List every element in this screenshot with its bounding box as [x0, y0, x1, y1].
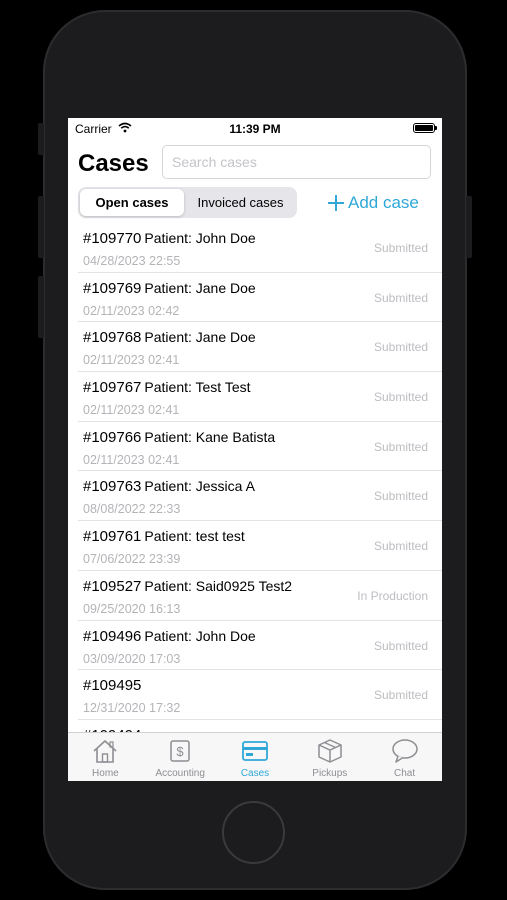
case-date: 08/08/2022 22:33: [83, 502, 181, 517]
tab-chat-label: Chat: [394, 768, 416, 779]
box-icon: [318, 739, 342, 763]
case-number-line: #109761 Patient: test test: [83, 528, 245, 545]
case-number-line: #109768 Patient: Jane Doe: [83, 329, 256, 346]
case-status: Submitted: [373, 390, 428, 405]
case-number-line: #109766 Patient: Kane Batista: [83, 429, 275, 446]
tab-chat[interactable]: Chat: [367, 733, 442, 781]
case-number: #109768: [83, 329, 142, 347]
case-number: #109769: [83, 279, 142, 297]
case-number: #109767: [83, 379, 142, 397]
case-filter-segmented-control: Open cases Invoiced cases: [78, 187, 297, 218]
volume-down-button: [38, 276, 44, 338]
case-row[interactable]: #109763 Patient: Jessica A 08/08/2022 22:3…: [78, 471, 442, 522]
case-row[interactable]: #109527 Patient: Said0925 Test2 09/25/2020…: [78, 571, 442, 621]
case-row[interactable]: #109495 12/31/2020 17:32 Submitted: [78, 670, 442, 720]
case-status: In Production: [357, 588, 428, 603]
app-screen: Carrier 11:39 PM Cases Open cases Invoic…: [68, 118, 442, 781]
search-input[interactable]: [162, 145, 431, 179]
add-case-button[interactable]: Add case: [328, 191, 419, 215]
tab-home[interactable]: Home: [68, 733, 143, 781]
home-button[interactable]: [222, 801, 285, 864]
case-status: Submitted: [373, 439, 428, 454]
case-patient: Patient: Test Test: [144, 379, 251, 396]
case-date: 03/09/2020 17:03: [83, 651, 181, 666]
case-row[interactable]: #109770 Patient: John Doe 04/28/2023 22:55…: [78, 223, 442, 273]
card-icon: [242, 741, 268, 761]
case-row[interactable]: #109767 Patient: Test Test 02/11/2023 02:4…: [78, 372, 442, 422]
case-patient: Patient: Jane Doe: [144, 279, 256, 296]
case-list[interactable]: #109770 Patient: John Doe 04/28/2023 22:55…: [68, 223, 442, 733]
case-status: Submitted: [373, 340, 428, 355]
mute-switch: [38, 123, 44, 155]
tab-bar: Home $ Accounting Cases Pickups Chat: [68, 732, 442, 781]
case-patient: Patient: Kane Batista: [144, 428, 276, 445]
tab-pickups[interactable]: Pickups: [292, 733, 367, 781]
case-patient: Patient: Jessica A: [144, 478, 255, 495]
chat-bubble-icon: [391, 739, 418, 763]
case-number-line: #109769 Patient: Jane Doe: [83, 280, 256, 297]
case-status: Submitted: [373, 539, 428, 554]
tab-accounting[interactable]: $ Accounting: [143, 733, 218, 781]
case-number: #109766: [83, 428, 142, 446]
page-title: Cases: [78, 150, 149, 177]
case-patient: Patient: John Doe: [144, 230, 256, 246]
case-number-line: #109495: [83, 677, 141, 694]
case-status: Submitted: [373, 638, 428, 653]
case-row[interactable]: #109766 Patient: Kane Batista 02/11/2023 0…: [78, 422, 442, 472]
battery-icon: [413, 123, 437, 133]
case-date: 02/11/2023 02:41: [83, 403, 180, 418]
case-number-line: #109767 Patient: Test Test: [83, 379, 251, 396]
plus-icon: [328, 195, 344, 211]
status-bar: Carrier 11:39 PM: [68, 118, 442, 138]
clock-time: 11:39 PM: [229, 122, 281, 136]
case-row[interactable]: #109496 Patient: John Doe 03/09/2020 17:03…: [78, 621, 442, 671]
case-number-line: #109770 Patient: John Doe: [83, 230, 256, 247]
case-patient: Patient: Jane Doe: [144, 329, 256, 346]
case-number: #109496: [83, 627, 142, 645]
case-number-line: #109763 Patient: Jessica A: [83, 478, 255, 495]
case-date: 02/11/2023 02:41: [83, 452, 180, 467]
tab-cases[interactable]: Cases: [218, 733, 293, 781]
case-patient: Patient: John Doe: [144, 627, 256, 644]
case-date: 09/25/2020 16:13: [83, 601, 181, 616]
case-row[interactable]: #109769 Patient: Jane Doe 02/11/2023 02:42…: [78, 273, 442, 323]
case-status: Submitted: [373, 290, 428, 305]
case-patient: Patient: Said0925 Test2: [144, 577, 293, 594]
volume-up-button: [38, 196, 44, 258]
case-row[interactable]: #109768 Patient: Jane Doe 02/11/2023 02:41…: [78, 322, 442, 373]
add-case-label: Add case: [348, 193, 419, 212]
svg-text:$: $: [177, 744, 185, 759]
case-date: 12/31/2020 17:32: [83, 701, 181, 716]
case-status: Submitted: [373, 489, 428, 504]
tab-home-label: Home: [92, 768, 119, 779]
case-date: 07/06/2022 23:39: [83, 552, 181, 567]
case-status: Submitted: [373, 688, 428, 703]
tab-pickups-label: Pickups: [312, 768, 348, 779]
case-row[interactable]: #109761 Patient: test test 07/06/2022 23:3…: [78, 521, 442, 571]
case-number: #109770: [83, 230, 142, 247]
case-number: #109763: [83, 478, 142, 496]
case-number: #109761: [83, 528, 142, 546]
case-date: 04/28/2023 22:55: [83, 254, 181, 268]
case-date: 02/11/2023 02:42: [83, 303, 180, 318]
case-patient: Patient: test test: [144, 528, 245, 545]
tab-accounting-label: Accounting: [155, 768, 205, 779]
case-number: #109527: [83, 577, 142, 595]
tab-cases-label: Cases: [240, 768, 270, 779]
tab-invoiced-cases[interactable]: Invoiced cases: [186, 189, 295, 216]
case-date: 02/11/2023 02:41: [83, 353, 180, 368]
dollar-icon: $: [170, 740, 190, 762]
power-button: [466, 196, 472, 258]
case-status: Submitted: [373, 241, 428, 255]
tab-open-cases[interactable]: Open cases: [80, 189, 184, 216]
case-number-line: #109527 Patient: Said0925 Test2: [83, 578, 292, 595]
home-icon: [93, 740, 117, 763]
case-number-line: #109496 Patient: John Doe: [83, 628, 256, 645]
case-number: #109495: [83, 677, 142, 695]
